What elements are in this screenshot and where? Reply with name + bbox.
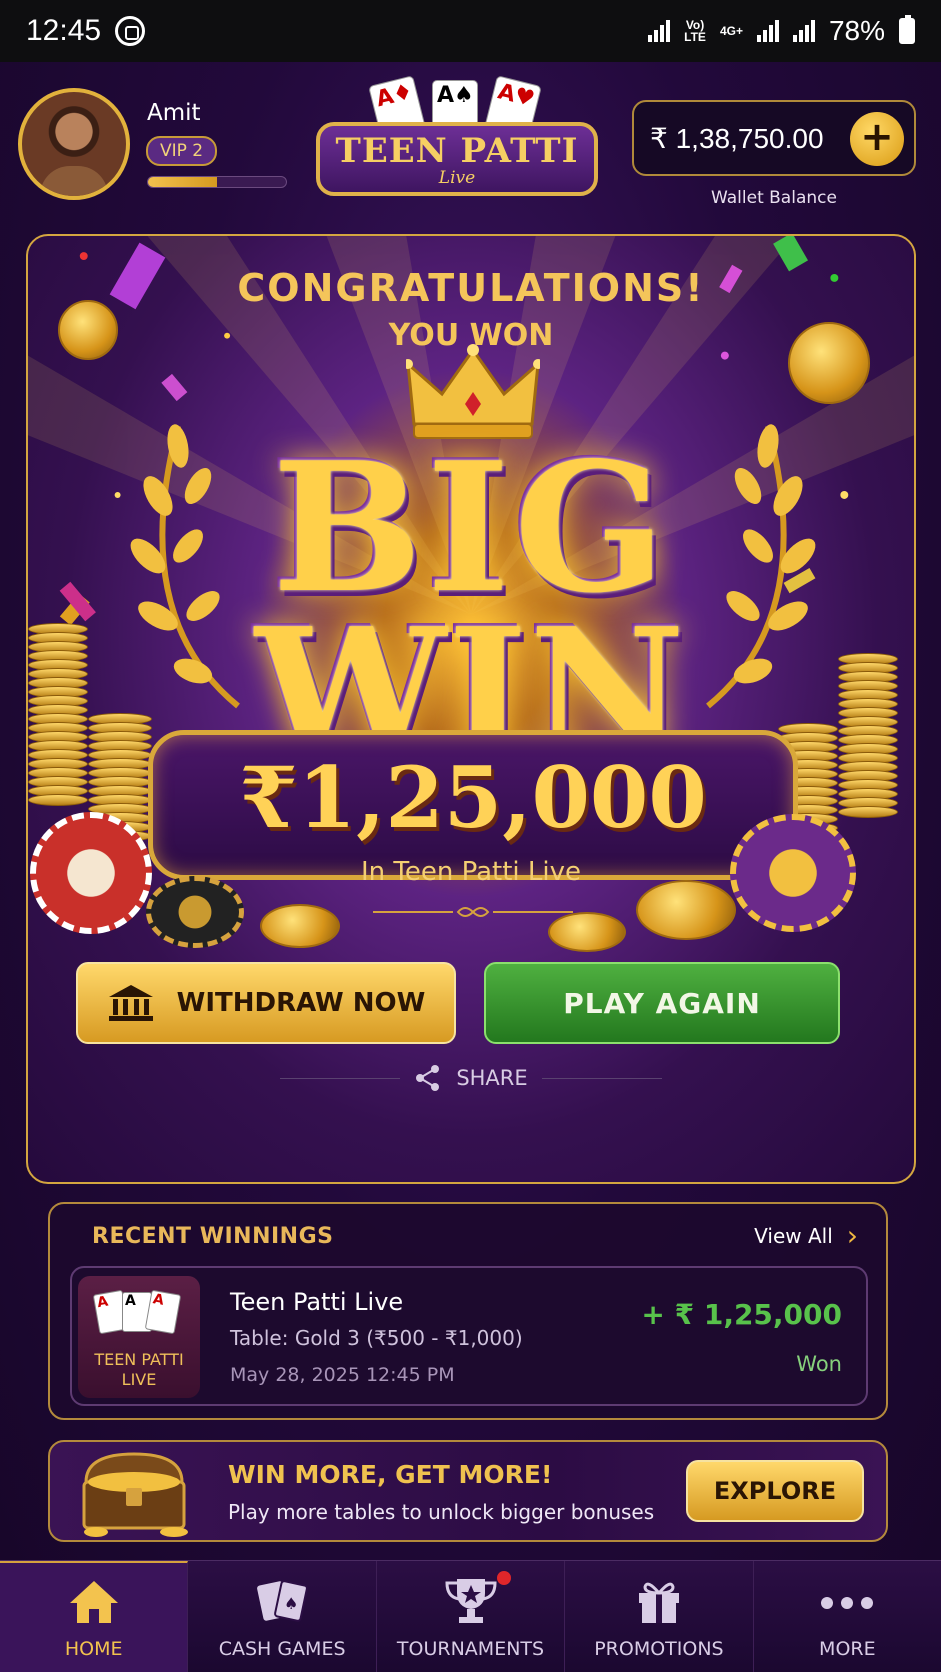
status-icons: Vo) LTE 4G+ 78% bbox=[648, 15, 915, 47]
nav-more-label: MORE bbox=[819, 1638, 876, 1660]
nav-cash-games-label: CASH GAMES bbox=[218, 1638, 346, 1660]
nav-home-label: HOME bbox=[64, 1638, 123, 1660]
volte-indicator: Vo) LTE bbox=[684, 18, 706, 44]
signal-icon-sim2 bbox=[792, 20, 815, 42]
view-all-link[interactable]: View All › bbox=[754, 1219, 858, 1252]
bank-icon bbox=[108, 985, 153, 1021]
logo-title: TEEN PATTI bbox=[335, 131, 579, 171]
more-icon bbox=[821, 1597, 874, 1609]
coin-stack-decoration bbox=[838, 653, 898, 818]
play-again-button[interactable]: PLAY AGAIN bbox=[484, 962, 840, 1044]
explore-button[interactable]: EXPLORE bbox=[686, 1460, 864, 1522]
winning-date: May 28, 2025 12:45 PM bbox=[230, 1364, 455, 1386]
big-win-card: CONGRATULATIONS! YOU WON BIG WIN ₹1,25,0… bbox=[26, 234, 916, 1184]
list-item[interactable]: A A A TEEN PATTI LIVE Teen Patti Live Tab… bbox=[70, 1266, 868, 1406]
promo-banner: WIN MORE, GET MORE! Play more tables to … bbox=[48, 1440, 888, 1542]
thumbnail-label: TEEN PATTI LIVE bbox=[94, 1350, 184, 1389]
withdraw-now-button[interactable]: WITHDRAW NOW bbox=[76, 962, 456, 1044]
winning-amount: + ₹ 1,25,000 bbox=[641, 1298, 842, 1331]
bottom-nav: HOME ♠ CASH GAMES TOURNAMENTS PROMOTIONS bbox=[0, 1560, 941, 1672]
poker-chip-club-icon bbox=[730, 814, 856, 932]
add-money-button[interactable]: + bbox=[850, 112, 904, 166]
nav-cash-games[interactable]: ♠ CASH GAMES bbox=[188, 1561, 377, 1672]
recent-winnings-title: RECENT WINNINGS bbox=[92, 1224, 334, 1249]
you-won-heading: YOU WON bbox=[388, 318, 554, 353]
trophy-icon bbox=[445, 1579, 497, 1623]
recent-winnings-panel: RECENT WINNINGS View All › A A A TEEN PA… bbox=[48, 1202, 888, 1420]
battery-icon bbox=[899, 15, 915, 44]
home-icon bbox=[69, 1581, 118, 1623]
signal-icon-sim1 bbox=[756, 20, 779, 42]
nav-tournaments-label: TOURNAMENTS bbox=[396, 1638, 545, 1660]
view-all-label: View All bbox=[754, 1224, 833, 1248]
nav-more[interactable]: MORE bbox=[754, 1561, 941, 1672]
avatar[interactable] bbox=[18, 88, 130, 200]
wallet-label: Wallet Balance bbox=[711, 188, 837, 208]
gift-icon bbox=[638, 1582, 679, 1623]
winning-table: Table: Gold 3 (₹500 - ₹1,000) bbox=[230, 1326, 523, 1350]
poker-chip-icon bbox=[146, 876, 244, 948]
notification-badge bbox=[496, 1571, 511, 1585]
teen-patti-thumbnail: A A A TEEN PATTI LIVE bbox=[78, 1276, 200, 1398]
battery-percent: 78% bbox=[828, 15, 885, 46]
share-icon bbox=[416, 1065, 440, 1091]
card-icon: A bbox=[144, 1289, 182, 1335]
status-time: 12:45 bbox=[26, 14, 102, 47]
signal-icon bbox=[648, 20, 671, 42]
divider bbox=[280, 1077, 401, 1079]
win-amount: ₹1,25,000 bbox=[239, 748, 707, 847]
chevron-right-icon: › bbox=[846, 1219, 858, 1252]
vip-badge[interactable]: VIP 2 bbox=[146, 136, 218, 166]
status-bar: 12:45 Vo) LTE 4G+ 78% bbox=[0, 0, 941, 62]
nav-home[interactable]: HOME bbox=[0, 1561, 189, 1672]
nav-promotions-label: PROMOTIONS bbox=[594, 1638, 724, 1660]
congratulations-heading: CONGRATULATIONS! bbox=[237, 266, 705, 310]
winning-game-name: Teen Patti Live bbox=[230, 1288, 404, 1316]
share-label: SHARE bbox=[456, 1066, 528, 1090]
nav-tournaments[interactable]: TOURNAMENTS bbox=[377, 1561, 566, 1672]
app-logo: A♦ A♠ A♥ TEEN PATTI Live bbox=[312, 75, 602, 208]
coin-icon bbox=[548, 912, 626, 952]
wallet-balance-box[interactable]: ₹ 1,38,750.00 + bbox=[632, 100, 916, 176]
divider bbox=[541, 1077, 662, 1079]
whatsapp-icon bbox=[115, 16, 146, 46]
coin-icon bbox=[636, 880, 736, 940]
vip-progress-bar bbox=[147, 176, 287, 188]
logo-plate: TEEN PATTI Live bbox=[316, 122, 598, 196]
promo-subtitle: Play more tables to unlock bigger bonuse… bbox=[228, 1500, 655, 1524]
logo-subtitle: Live bbox=[438, 168, 476, 188]
share-button[interactable]: SHARE bbox=[28, 1064, 914, 1092]
vip-progress-fill bbox=[148, 177, 217, 187]
divider-ornament bbox=[373, 907, 573, 917]
coin-stack-decoration bbox=[28, 623, 88, 806]
cards-icon: ♠ bbox=[257, 1580, 309, 1622]
nav-promotions[interactable]: PROMOTIONS bbox=[565, 1561, 754, 1672]
treasure-chest-icon bbox=[82, 1452, 188, 1537]
play-again-label: PLAY AGAIN bbox=[563, 986, 761, 1020]
network-type-indicator: 4G+ bbox=[719, 24, 743, 38]
poker-chip-spade-icon bbox=[30, 812, 152, 934]
withdraw-now-label: WITHDRAW NOW bbox=[176, 988, 426, 1018]
user-name: Amit bbox=[147, 100, 201, 126]
promo-title: WIN MORE, GET MORE! bbox=[228, 1460, 553, 1489]
coin-icon bbox=[260, 904, 340, 948]
svg-text:♠: ♠ bbox=[284, 1594, 298, 1613]
winning-status: Won bbox=[796, 1352, 842, 1376]
wallet-balance: ₹ 1,38,750.00 bbox=[650, 122, 824, 154]
